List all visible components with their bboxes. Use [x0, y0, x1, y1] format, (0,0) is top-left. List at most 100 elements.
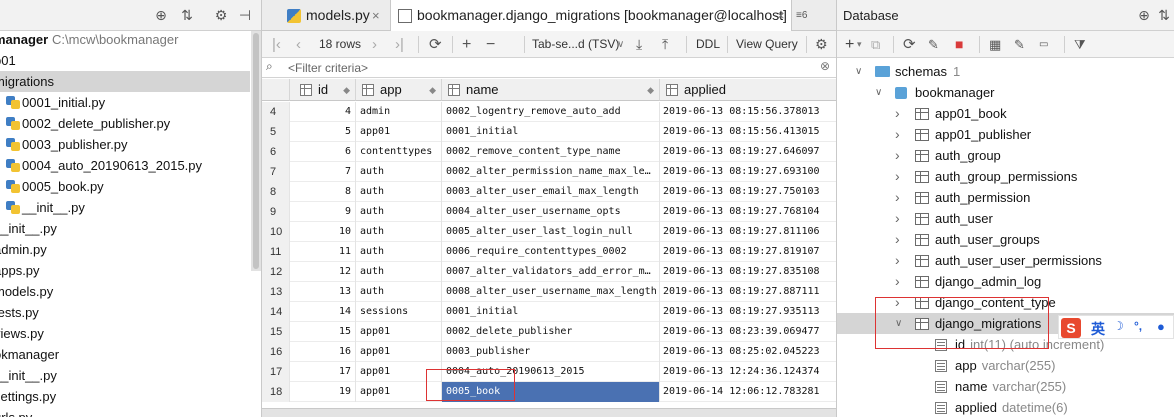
- db-tree-schema[interactable]: ∨ bookmanager: [837, 82, 1174, 103]
- cell-id[interactable]: 5: [290, 122, 356, 142]
- cell-app[interactable]: auth: [356, 182, 442, 202]
- next-page-icon[interactable]: ›: [372, 31, 377, 58]
- project-folder[interactable]: p01: [0, 50, 250, 71]
- microphone-icon[interactable]: ●: [1157, 319, 1165, 334]
- moon-icon[interactable]: ☽: [1113, 319, 1124, 333]
- cell-name[interactable]: 0005_alter_user_last_login_null: [442, 222, 660, 242]
- cell-name[interactable]: 0004_alter_user_username_opts: [442, 202, 660, 222]
- table-view-icon[interactable]: ▦: [989, 31, 1001, 58]
- column-header-id[interactable]: id ◆: [290, 79, 356, 101]
- project-file[interactable]: models.py: [0, 281, 250, 302]
- table-row[interactable]: 11 11 auth 0006_require_contenttypes_0002 20…: [262, 242, 836, 262]
- cell-applied[interactable]: 2019-06-13 08:19:27.646097: [660, 142, 836, 162]
- delete-row-icon[interactable]: −: [486, 31, 495, 58]
- cell-id[interactable]: 11: [290, 242, 356, 262]
- cell-name[interactable]: 0006_require_contenttypes_0002: [442, 242, 660, 262]
- cell-applied[interactable]: 2019-06-13 08:19:27.935113: [660, 302, 836, 322]
- export-icon[interactable]: ⤓: [636, 31, 642, 58]
- column-header-app[interactable]: app ◆: [356, 79, 442, 101]
- db-tree-table[interactable]: › auth_group: [837, 145, 1174, 166]
- cell-app[interactable]: contenttypes: [356, 142, 442, 162]
- db-tree-folder[interactable]: ∨ schemas 1: [837, 61, 1174, 82]
- cell-id[interactable]: 13: [290, 282, 356, 302]
- table-row[interactable]: 4 4 admin 0002_logentry_remove_auto_add 2019…: [262, 102, 836, 122]
- ddl-button[interactable]: DDL: [696, 31, 720, 58]
- first-page-icon[interactable]: |‹: [272, 31, 281, 58]
- project-file[interactable]: apps.py: [0, 260, 250, 281]
- cell-id[interactable]: 12: [290, 262, 356, 282]
- chevron-right-icon[interactable]: ›: [895, 187, 900, 208]
- cell-name[interactable]: 0007_alter_validators_add_error_m…: [442, 262, 660, 282]
- cell-app[interactable]: app01: [356, 122, 442, 142]
- table-row[interactable]: 16 16 app01 0003_publisher 2019-06-13 08:25:…: [262, 342, 836, 362]
- locate-icon[interactable]: ⊕: [152, 6, 170, 24]
- tab-django-migrations[interactable]: bookmanager.django_migrations [bookmanag…: [390, 0, 792, 31]
- chevron-down-icon[interactable]: ∨: [617, 31, 624, 58]
- chevron-right-icon[interactable]: ›: [895, 271, 900, 292]
- filter-icon[interactable]: ⧩: [1074, 31, 1086, 58]
- add-row-icon[interactable]: +: [462, 31, 471, 58]
- cell-applied[interactable]: 2019-06-13 08:19:27.887111: [660, 282, 836, 302]
- import-icon[interactable]: ⤒: [662, 31, 668, 58]
- table-row[interactable]: 18 19 app01 0005_book 2019-06-14 12:06:12.78…: [262, 382, 836, 402]
- project-folder[interactable]: migrations: [0, 71, 250, 92]
- chevron-right-icon[interactable]: ›: [895, 250, 900, 271]
- project-file[interactable]: __init__.py: [0, 197, 250, 218]
- project-file[interactable]: __init__.py: [0, 365, 250, 386]
- db-tree-column[interactable]: name varchar(255): [837, 376, 1174, 397]
- table-row[interactable]: 8 8 auth 0003_alter_user_email_max_length 20…: [262, 182, 836, 202]
- cell-app[interactable]: auth: [356, 282, 442, 302]
- project-file[interactable]: 0005_book.py: [0, 176, 250, 197]
- refresh-icon[interactable]: ⟳: [903, 31, 916, 58]
- cell-applied[interactable]: 2019-06-13 08:23:39.069477: [660, 322, 836, 342]
- db-tree-table[interactable]: › auth_group_permissions: [837, 166, 1174, 187]
- table-row[interactable]: 7 7 auth 0002_alter_permission_name_max_le……: [262, 162, 836, 182]
- cell-app[interactable]: auth: [356, 202, 442, 222]
- schema-edit-icon[interactable]: ✎: [928, 31, 939, 58]
- cell-applied[interactable]: 2019-06-13 08:15:56.413015: [660, 122, 836, 142]
- cell-id[interactable]: 4: [290, 102, 356, 122]
- chevron-right-icon[interactable]: ›: [895, 103, 900, 124]
- refresh-icon[interactable]: ⟳: [429, 31, 442, 58]
- filter-bar[interactable]: ⌕ <Filter criteria> ⊗: [262, 58, 836, 78]
- gear-icon[interactable]: ⚙: [212, 6, 230, 24]
- cell-app[interactable]: app01: [356, 342, 442, 362]
- chevron-down-icon[interactable]: ∨: [875, 82, 882, 103]
- filter-input[interactable]: <Filter criteria>: [288, 58, 368, 78]
- rows-count[interactable]: 18 rows: [319, 31, 361, 58]
- sort-icon[interactable]: ◆: [429, 79, 436, 101]
- db-tree-table[interactable]: › auth_user_user_permissions: [837, 250, 1174, 271]
- project-file[interactable]: settings.py: [0, 386, 250, 407]
- cell-applied[interactable]: 2019-06-13 08:19:27.835108: [660, 262, 836, 282]
- project-file[interactable]: 0001_initial.py: [0, 92, 250, 113]
- hide-panel-icon[interactable]: ⊣: [236, 6, 254, 24]
- cell-id[interactable]: 6: [290, 142, 356, 162]
- db-tree-table[interactable]: › auth_permission: [837, 187, 1174, 208]
- format-select[interactable]: Tab-se...d (TSV): [532, 31, 619, 58]
- cell-id[interactable]: 15: [290, 322, 356, 342]
- table-row[interactable]: 15 15 app01 0002_delete_publisher 2019-06-13…: [262, 322, 836, 342]
- cell-applied[interactable]: 2019-06-13 08:19:27.693100: [660, 162, 836, 182]
- cell-id[interactable]: 14: [290, 302, 356, 322]
- cell-name[interactable]: 0002_remove_content_type_name: [442, 142, 660, 162]
- cell-name[interactable]: 0002_delete_publisher: [442, 322, 660, 342]
- cell-app[interactable]: sessions: [356, 302, 442, 322]
- cell-app[interactable]: app01: [356, 322, 442, 342]
- tab-models-py[interactable]: models.py ×: [280, 0, 390, 31]
- cell-applied[interactable]: 2019-06-13 08:15:56.378013: [660, 102, 836, 122]
- cell-applied[interactable]: 2019-06-14 12:06:12.783281: [660, 382, 836, 402]
- clear-filter-icon[interactable]: ⊗: [820, 59, 830, 73]
- edit-icon[interactable]: ✎: [1014, 31, 1025, 58]
- table-row[interactable]: 17 17 app01 0004_auto_20190613_2015 2019-06-…: [262, 362, 836, 382]
- cell-applied[interactable]: 2019-06-13 08:19:27.811106: [660, 222, 836, 242]
- db-tree-column[interactable]: app varchar(255): [837, 355, 1174, 376]
- column-header-name[interactable]: name ◆: [442, 79, 660, 101]
- db-tree-table[interactable]: › auth_user_groups: [837, 229, 1174, 250]
- chevron-right-icon[interactable]: ›: [895, 166, 900, 187]
- cell-id[interactable]: 8: [290, 182, 356, 202]
- ime-language-indicator[interactable]: 英: [1091, 319, 1105, 339]
- project-file[interactable]: urls.py: [0, 407, 250, 417]
- cell-name[interactable]: 0008_alter_user_username_max_length: [442, 282, 660, 302]
- cell-applied[interactable]: 2019-06-13 08:25:02.045223: [660, 342, 836, 362]
- chevron-right-icon[interactable]: ›: [895, 145, 900, 166]
